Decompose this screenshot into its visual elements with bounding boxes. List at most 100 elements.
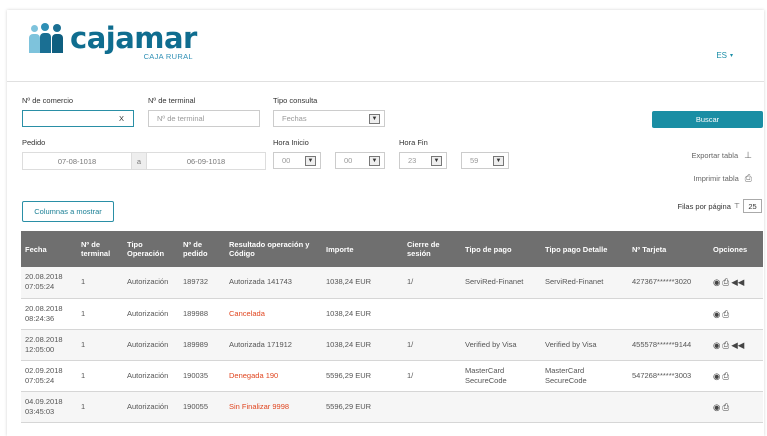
cell-fecha: 20.08.2018 08:24:36 [21, 298, 77, 330]
printer-icon: ⎙ [744, 173, 752, 183]
rewind-icon[interactable]: ◀◀ [731, 277, 744, 287]
pedido-label: Pedido [22, 138, 46, 147]
chevron-down-icon[interactable]: ▼ [369, 156, 380, 166]
hora-fin-label: Hora Fin [399, 138, 428, 147]
cell-cierre [403, 391, 461, 423]
imprimir-tabla-link[interactable]: Imprimir tabla ⎙ [693, 173, 752, 184]
table-row[interactable]: 04.09.2018 03:45:03 1 Autorización 190055… [21, 391, 763, 423]
cell-importe: 1038,24 EUR [322, 329, 403, 361]
header-importe[interactable]: Importe [322, 231, 403, 267]
cell-pedido: 189732 [179, 267, 225, 299]
cell-tipo: Autorización [123, 298, 179, 330]
cell-opciones: ◉ ⎙ [709, 298, 763, 330]
chevron-down-icon[interactable]: ▼ [493, 156, 504, 166]
header-pedido[interactable]: Nº de pedido [179, 231, 225, 267]
cell-resultado: Sin Finalizar 9998 [225, 391, 322, 423]
cell-importe: 5596,29 EUR [322, 360, 403, 392]
header-opciones: Opciones [709, 231, 763, 267]
chevron-down-icon[interactable]: ▼ [369, 114, 380, 124]
eye-icon[interactable]: ◉ [713, 309, 720, 319]
date-range-input[interactable]: 07-08-1018 a 06-09-1018 [22, 152, 266, 170]
cell-fecha: 20.08.2018 07:05:24 [21, 267, 77, 299]
table-row[interactable]: 02.09.2018 07:05:24 1 Autorización 190035… [21, 360, 763, 392]
cell-resultado: Cancelada [225, 298, 322, 330]
hora-fin-hour-select[interactable]: 23 ▼ [399, 152, 447, 169]
cell-tipo: Autorización [123, 391, 179, 423]
printer-icon[interactable]: ⎙ [722, 402, 729, 412]
cell-importe: 1038,24 EUR [322, 267, 403, 299]
cell-opciones: ◉ ⎙ ◀◀ [709, 329, 763, 361]
cell-tipo-pago [461, 298, 541, 330]
header-resultado[interactable]: Resultado operación y Código [225, 231, 322, 267]
header-tipo[interactable]: Tipo Operación [123, 231, 179, 267]
cell-tipo-pago-detalle [541, 391, 628, 423]
hora-inicio-minute-select[interactable]: 00 ▼ [335, 152, 385, 169]
cell-resultado: Autorizada 171912 [225, 329, 322, 361]
comercio-input[interactable]: X [22, 110, 134, 127]
table-row[interactable]: 22.08.2018 12:05:00 1 Autorización 189989… [21, 329, 763, 361]
filas-input[interactable]: 25 [743, 199, 762, 213]
exportar-tabla-link[interactable]: Exportar tabla ⊥ [691, 150, 752, 161]
tipo-consulta-label: Tipo consulta [273, 96, 318, 105]
header-cierre[interactable]: Cierre de sesión [403, 231, 461, 267]
cell-resultado: Autorizada 141743 [225, 267, 322, 299]
table-header-row: Fecha Nº de terminal Tipo Operación Nº d… [21, 231, 763, 267]
cell-fecha: 22.08.2018 12:05:00 [21, 329, 77, 361]
columnas-button[interactable]: Columnas a mostrar [22, 201, 114, 222]
printer-icon[interactable]: ⎙ [722, 371, 729, 381]
header-tipo-pago[interactable]: Tipo de pago [461, 231, 541, 267]
cell-terminal: 1 [77, 329, 123, 361]
cell-tipo-pago: ServiRed-Finanet [461, 267, 541, 299]
cell-importe: 5596,29 EUR [322, 391, 403, 423]
cell-pedido: 190055 [179, 391, 225, 423]
eye-icon[interactable]: ◉ [713, 277, 720, 287]
tipo-consulta-select[interactable]: Fechas ▼ [273, 110, 385, 127]
cell-pedido: 189989 [179, 329, 225, 361]
date-from[interactable]: 07-08-1018 [23, 153, 131, 169]
printer-icon[interactable]: ⎙ [722, 340, 729, 350]
eye-icon[interactable]: ◉ [713, 402, 720, 412]
eye-icon[interactable]: ◉ [713, 340, 720, 350]
clear-icon[interactable]: X [119, 114, 124, 123]
cell-opciones: ◉ ⎙ ◀◀ [709, 267, 763, 299]
language-label: ES [716, 51, 727, 60]
cell-opciones: ◉ ⎙ [709, 360, 763, 392]
table-row[interactable]: 20.08.2018 08:24:36 1 Autorización 189988… [21, 298, 763, 330]
terminal-label: Nº de terminal [148, 96, 196, 105]
rewind-icon[interactable]: ◀◀ [731, 340, 744, 350]
date-to[interactable]: 06-09-1018 [147, 153, 265, 169]
cell-opciones: ◉ ⎙ [709, 391, 763, 423]
hora-inicio-hour-select[interactable]: 00 ▼ [273, 152, 321, 169]
header-terminal[interactable]: Nº de terminal [77, 231, 123, 267]
cell-tarjeta: 427367******3020 [628, 267, 709, 299]
cell-tipo-pago-detalle: ServiRed-Finanet [541, 267, 628, 299]
hora-fin-minute-value: 59 [470, 156, 479, 165]
cell-terminal: 1 [77, 298, 123, 330]
eye-icon[interactable]: ◉ [713, 371, 720, 381]
chevron-down-icon: ▾ [729, 53, 733, 59]
chevron-down-icon[interactable]: ▼ [431, 156, 442, 166]
cajamar-logo[interactable]: cajamar CAJA RURAL [26, 23, 197, 63]
printer-icon[interactable]: ⎙ [722, 277, 729, 287]
chevron-down-icon[interactable]: ▼ [305, 156, 316, 166]
cell-importe: 1038,24 EUR [322, 298, 403, 330]
language-selector[interactable]: ES ▾ [716, 51, 733, 60]
hora-fin-minute-select[interactable]: 59 ▼ [461, 152, 509, 169]
cell-pedido: 190035 [179, 360, 225, 392]
header-tarjeta[interactable]: Nº Tarjeta [628, 231, 709, 267]
cell-tipo-pago-detalle [541, 298, 628, 330]
cell-cierre [403, 298, 461, 330]
buscar-button[interactable]: Buscar [652, 111, 763, 128]
cell-cierre: 1/ [403, 360, 461, 392]
tipo-consulta-value: Fechas [282, 114, 307, 123]
cell-tipo: Autorización [123, 329, 179, 361]
comercio-label: Nº de comercio [22, 96, 74, 105]
table-row[interactable]: 20.08.2018 07:05:24 1 Autorización 189732… [21, 267, 763, 299]
cell-tarjeta [628, 391, 709, 423]
terminal-input[interactable]: Nº de terminal [148, 110, 260, 127]
filter-icon[interactable]: ⊤ [734, 202, 740, 210]
printer-icon[interactable]: ⎙ [722, 309, 729, 319]
header-fecha[interactable]: Fecha [21, 231, 77, 267]
header-tipo-pago-detalle[interactable]: Tipo pago Detalle [541, 231, 628, 267]
cell-tarjeta: 547268******3003 [628, 360, 709, 392]
